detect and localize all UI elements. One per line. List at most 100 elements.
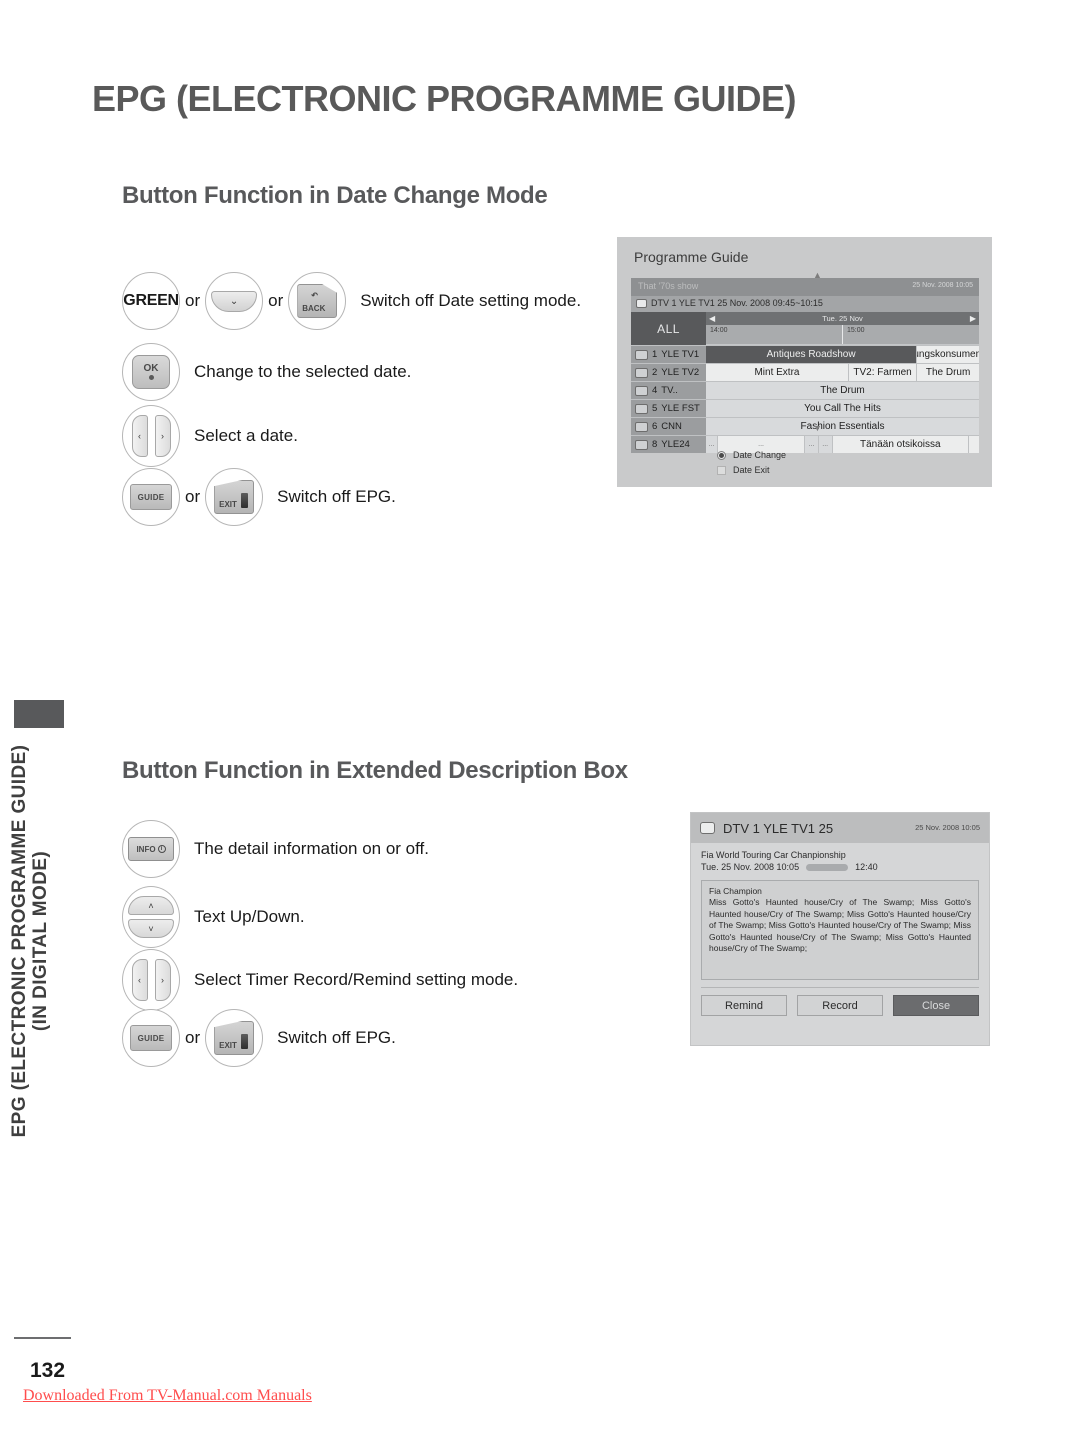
guide-button[interactable]: GUIDE <box>122 1009 180 1067</box>
channel-name: YLE TV2 <box>661 367 700 378</box>
channel-row[interactable]: 1 YLE TV1 <box>631 345 706 363</box>
section-heading-extended-description: Button Function in Extended Description … <box>122 757 628 784</box>
download-source-link[interactable]: Downloaded From TV-Manual.com Manuals <box>23 1387 312 1405</box>
back-key-label: BACK <box>302 304 326 313</box>
radio-unselected-icon <box>717 465 726 475</box>
caret-down-icon[interactable]: ▼ <box>813 423 822 433</box>
programme-title: Fia World Touring Car Chanpionship <box>701 850 846 860</box>
programme-cell[interactable]: ... <box>804 436 818 453</box>
channel-number: 5 <box>652 403 658 414</box>
current-programme-info-bar: DTV 1 YLE TV1 25 Nov. 2008 09:45~10:15 <box>631 296 979 312</box>
channel-number: 4 <box>652 385 658 396</box>
channel-name: CNN <box>661 421 682 432</box>
channel-row[interactable]: 8 YLE24 <box>631 435 706 453</box>
back-arrow-icon: ↶ <box>311 291 318 300</box>
now-playing-title: That '70s show <box>638 281 699 291</box>
channel-number: 1 <box>652 349 658 360</box>
row-description: Select Timer Record/Remind setting mode. <box>194 970 519 989</box>
programme-cell[interactable]: You Call The Hits <box>706 400 979 417</box>
ok-dot-icon <box>148 375 154 380</box>
channel-name: YLE TV1 <box>661 349 700 360</box>
exit-button[interactable]: EXIT <box>205 1009 264 1067</box>
extended-description-screenshot: DTV 1 YLE TV1 25 25 Nov. 2008 10:05 Fia … <box>690 812 990 1046</box>
chevron-down-icon[interactable]: ˅ <box>128 919 174 938</box>
or-separator: or <box>185 487 201 506</box>
channel-label: DTV 1 YLE TV1 25 <box>723 820 834 836</box>
tv-icon <box>635 403 648 414</box>
detail-text-box[interactable]: Fia Champion Miss Gotto's Haunted house/… <box>701 880 979 980</box>
programme-cell[interactable]: Fashion Essentials <box>706 418 979 435</box>
time-start: Tue. 25 Nov. 2008 10:05 <box>701 862 800 872</box>
guide-button[interactable]: GUIDE <box>122 468 180 526</box>
option-date-exit[interactable]: Date Exit <box>717 465 786 475</box>
manual-page: EPG (ELECTRONIC PROGRAMME GUIDE) Button … <box>0 0 1080 1440</box>
record-button[interactable]: Record <box>797 995 883 1016</box>
left-right-button[interactable]: ‹ › <box>122 949 180 1011</box>
option-label: Date Exit <box>733 465 770 475</box>
option-date-change[interactable]: Date Change <box>717 450 786 460</box>
programme-cell[interactable]: Tänään otsikoissa <box>831 436 969 453</box>
progress-bar <box>806 863 849 871</box>
programme-cell[interactable]: The Drum <box>706 382 979 399</box>
channel-number: 8 <box>652 439 658 450</box>
day-label: Tue. 25 Nov <box>822 314 863 323</box>
left-right-button[interactable]: ‹ › <box>122 405 180 467</box>
programme-cell[interactable]: ... <box>706 436 717 453</box>
current-programme-info: DTV 1 YLE TV1 25 Nov. 2008 09:45~10:15 <box>651 298 823 308</box>
schedule-column: ◀ Tue. 25 Nov ▶ 14:00 15:00 Antiques Roa… <box>706 312 979 453</box>
programme-row: Fashion Essentials <box>706 417 979 435</box>
close-button[interactable]: Close <box>893 995 979 1016</box>
button-row-text-up-down: ˄ ˅ Text Up/Down. <box>122 886 305 948</box>
programme-cell[interactable]: Mint Extra <box>706 364 848 381</box>
button-row-change-to-selected-date: OK Change to the selected date. <box>122 343 411 401</box>
exit-key-label: EXIT <box>219 1041 237 1050</box>
exit-button[interactable]: EXIT <box>205 468 264 526</box>
next-day-arrow-icon[interactable]: ▶ <box>970 314 976 323</box>
programme-cell[interactable]: Antiques Roadshow <box>706 346 917 363</box>
green-button[interactable]: GREEN <box>122 272 180 330</box>
arrow-right-icon[interactable]: › <box>154 415 171 457</box>
ok-button[interactable]: OK <box>122 343 180 401</box>
side-tab-line2: (IN DIGITAL MODE) <box>30 850 51 1032</box>
prev-day-arrow-icon[interactable]: ◀ <box>709 314 715 323</box>
down-rocker-button[interactable]: ⌄ <box>205 272 264 330</box>
programme-cell[interactable] <box>968 436 979 453</box>
channel-row[interactable]: 4 TV.. <box>631 381 706 399</box>
arrow-left-icon[interactable]: ‹ <box>131 959 148 1001</box>
arrow-left-icon[interactable]: ‹ <box>131 415 148 457</box>
programme-rows: Antiques RoadshowKungskonsumente Mint Ext… <box>706 345 979 453</box>
button-row-info: INFO i The detail information on or off. <box>122 820 429 878</box>
channel-row[interactable]: 5 YLE FST <box>631 399 706 417</box>
exit-key-icon: EXIT <box>214 1021 255 1055</box>
programme-cell[interactable]: TV2: Farmen <box>847 364 917 381</box>
channel-column: ALL 1 YLE TV1 2 YLE TV2 4 TV.. 5 YLE FST… <box>631 312 706 453</box>
up-down-rocker-icon: ˄ ˅ <box>128 896 174 938</box>
info-button[interactable]: INFO i <box>122 820 180 878</box>
left-right-pad-icon: ‹ › <box>131 959 171 1001</box>
footer-rule <box>14 1337 71 1339</box>
programme-row: You Call The Hits <box>706 399 979 417</box>
info-circle-icon: i <box>157 845 166 853</box>
channel-row[interactable]: 6 CNN <box>631 417 706 435</box>
channel-row[interactable]: 2 YLE TV2 <box>631 363 706 381</box>
button-row-select-timer-mode: ‹ › Select Timer Record/Remind setting m… <box>122 949 518 1011</box>
channel-number: 6 <box>652 421 658 432</box>
programme-cell[interactable]: Kungskonsumente <box>916 346 979 363</box>
row-description: Change to the selected date. <box>194 362 412 381</box>
exit-door-icon <box>241 1034 249 1049</box>
remind-button[interactable]: Remind <box>701 995 787 1016</box>
back-key-icon: ↶ BACK <box>297 284 338 318</box>
back-button[interactable]: ↶ BACK <box>288 272 347 330</box>
date-options: Date Change Date Exit <box>717 450 786 480</box>
programme-cell[interactable]: The Drum <box>916 364 979 381</box>
up-down-button[interactable]: ˄ ˅ <box>122 886 180 948</box>
all-filter-button[interactable]: ALL <box>631 312 706 345</box>
ok-key-icon: OK <box>132 355 170 389</box>
chevron-up-icon[interactable]: ˄ <box>128 896 174 915</box>
button-row-switch-off-epg-2: GUIDE or EXIT Switch off EPG. <box>122 1009 396 1067</box>
programme-cell[interactable]: ... <box>817 436 832 453</box>
row-description: Switch off EPG. <box>277 487 396 506</box>
arrow-right-icon[interactable]: › <box>154 959 171 1001</box>
side-tab-line1: EPG (ELECTRONIC PROGRAMME GUIDE) <box>9 744 30 1138</box>
or-separator: or <box>185 291 201 310</box>
